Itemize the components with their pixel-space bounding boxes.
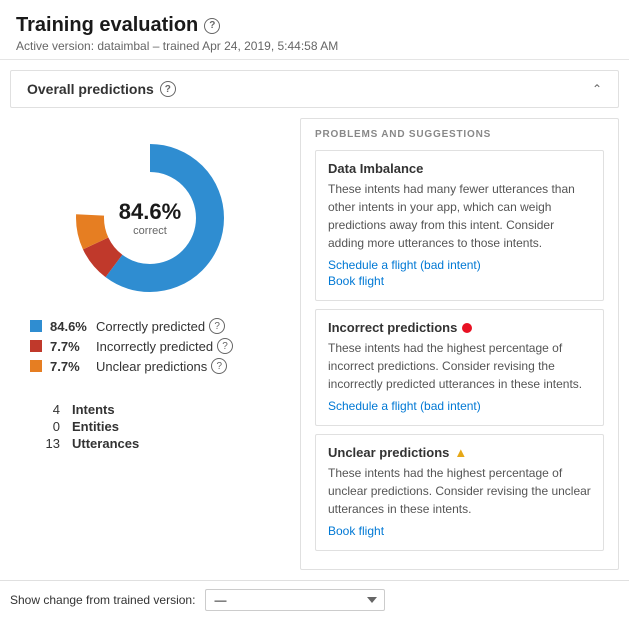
incorrect-predictions-link[interactable]: Schedule a flight (bad intent)	[328, 399, 591, 413]
overall-predictions-section: Overall predictions ? ⌃	[10, 70, 619, 108]
stats-table: 4 Intents 0 Entities 13 Utterances	[10, 394, 290, 461]
legend: 84.6% Correctly predicted ? 7.7% Incorre…	[10, 308, 290, 388]
legend-item-incorrect: 7.7% Incorrectly predicted ?	[30, 338, 270, 354]
incorrect-predictions-title: Incorrect predictions	[328, 320, 591, 335]
stats-row-intents: 4 Intents	[30, 402, 270, 417]
page-header: Training evaluation ? Active version: da…	[0, 0, 629, 60]
incorrect-predictions-card: Incorrect predictions These intents had …	[315, 309, 604, 426]
data-imbalance-link-book[interactable]: Book flight	[328, 274, 591, 288]
title-text: Training evaluation	[16, 14, 198, 37]
legend-pct-incorrect: 7.7%	[50, 339, 88, 354]
section-title: Overall predictions ?	[27, 81, 176, 97]
unclear-predictions-card: Unclear predictions ▲ These intents had …	[315, 434, 604, 551]
page-title: Training evaluation ?	[16, 14, 613, 37]
page-subtitle: Active version: dataimbal – trained Apr …	[16, 39, 613, 53]
trained-version-select[interactable]: —	[205, 589, 385, 611]
footer: Show change from trained version: —	[0, 580, 629, 619]
unclear-predictions-title: Unclear predictions ▲	[328, 445, 591, 460]
data-imbalance-desc: These intents had many fewer utterances …	[328, 180, 591, 252]
legend-color-incorrect	[30, 340, 42, 352]
data-imbalance-title: Data Imbalance	[328, 161, 591, 176]
legend-pct-correct: 84.6%	[50, 319, 88, 334]
donut-center: 84.6% correct	[119, 199, 181, 237]
legend-item-correct: 84.6% Correctly predicted ?	[30, 318, 270, 334]
incorrectly-predicted-help[interactable]: ?	[217, 338, 233, 354]
donut-chart: 84.6% correct	[70, 138, 230, 298]
intents-label: Intents	[72, 402, 115, 417]
legend-pct-unclear: 7.7%	[50, 359, 88, 374]
title-help-icon[interactable]: ?	[204, 18, 220, 34]
correctly-predicted-help[interactable]: ?	[209, 318, 225, 334]
unclear-predictions-help[interactable]: ?	[211, 358, 227, 374]
unclear-predictions-desc: These intents had the highest percentage…	[328, 464, 591, 518]
donut-container: 84.6% correct	[10, 118, 290, 308]
legend-item-unclear: 7.7% Unclear predictions ?	[30, 358, 270, 374]
section-title-text: Overall predictions	[27, 81, 154, 97]
intents-count: 4	[30, 402, 60, 417]
entities-count: 0	[30, 419, 60, 434]
incorrect-predictions-desc: These intents had the highest percentage…	[328, 339, 591, 393]
footer-label: Show change from trained version:	[10, 593, 195, 607]
data-imbalance-link-schedule[interactable]: Schedule a flight (bad intent)	[328, 258, 591, 272]
error-dot-icon	[462, 323, 472, 333]
left-panel: 84.6% correct 84.6% Correctly predicted …	[10, 118, 290, 570]
legend-text-unclear: Unclear predictions ?	[96, 358, 227, 374]
utterances-label: Utterances	[72, 436, 139, 451]
legend-color-correct	[30, 320, 42, 332]
main-content: 84.6% correct 84.6% Correctly predicted …	[0, 108, 629, 580]
problems-title: PROBLEMS AND SUGGESTIONS	[315, 129, 604, 140]
stats-row-utterances: 13 Utterances	[30, 436, 270, 451]
donut-label: correct	[119, 225, 181, 237]
data-imbalance-card: Data Imbalance These intents had many fe…	[315, 150, 604, 301]
legend-color-unclear	[30, 360, 42, 372]
stats-row-entities: 0 Entities	[30, 419, 270, 434]
legend-text-incorrect: Incorrectly predicted ?	[96, 338, 233, 354]
section-help-icon[interactable]: ?	[160, 81, 176, 97]
donut-percentage: 84.6%	[119, 199, 181, 225]
unclear-predictions-link[interactable]: Book flight	[328, 524, 591, 538]
warning-triangle-icon: ▲	[454, 445, 467, 460]
entities-label: Entities	[72, 419, 119, 434]
utterances-count: 13	[30, 436, 60, 451]
right-panel: PROBLEMS AND SUGGESTIONS Data Imbalance …	[300, 118, 619, 570]
collapse-icon[interactable]: ⌃	[592, 82, 602, 96]
legend-text-correct: Correctly predicted ?	[96, 318, 225, 334]
